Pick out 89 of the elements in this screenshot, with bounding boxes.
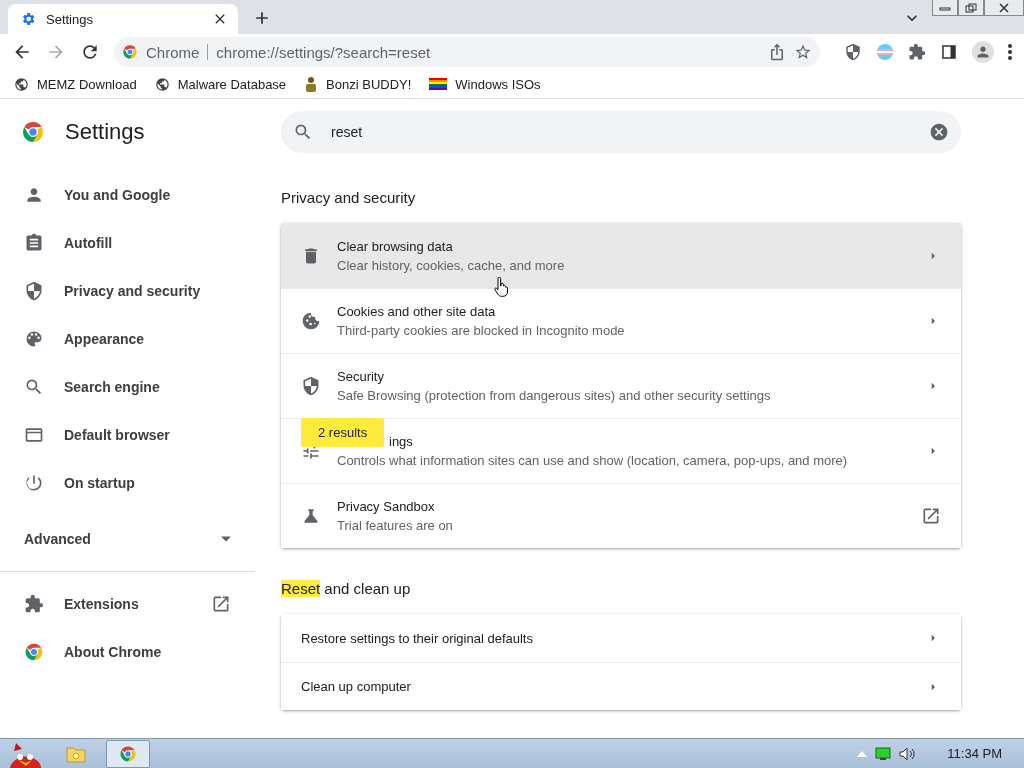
section-heading: Reset (281, 580, 321, 597)
settings-row[interactable]: Cookies and other site data Third-party cookies are blocked in Incognito mode (281, 288, 961, 353)
sidebar-item[interactable]: You and Google (0, 171, 255, 219)
row-subtitle: Safe Browsing (protection from dangerous sites) and other security settings (337, 388, 772, 403)
browser-tab[interactable]: Settings (8, 4, 238, 34)
globe-icon (154, 76, 170, 92)
figure-icon (304, 76, 319, 92)
sidebar-item[interactable]: Default browser (0, 411, 255, 459)
minimize-icon (939, 4, 951, 11)
minimize-button[interactable] (932, 0, 958, 16)
restore-button[interactable] (958, 0, 984, 16)
row-subtitle: Third-party cookies are blocked in Incognito mode (337, 323, 626, 338)
puzzle-icon (24, 594, 44, 614)
speaker-icon[interactable] (899, 746, 918, 761)
advanced-toggle[interactable]: Advanced (0, 515, 255, 563)
caret-icon (221, 536, 231, 542)
row-title: Security (337, 369, 385, 384)
share-icon (768, 43, 786, 61)
clipboard-icon (24, 233, 44, 253)
network-icon[interactable] (875, 746, 892, 761)
rainbow-flag-icon (429, 77, 448, 91)
more-vertical-icon (1008, 44, 1012, 60)
palette-icon (24, 329, 44, 349)
sidebar-item[interactable]: Autofill (0, 219, 255, 267)
settings-row[interactable]: Security Safe Browsing (protection from dangerous sites) and other security settings (281, 353, 961, 418)
sidebar-item[interactable]: Search engine (0, 363, 255, 411)
power-icon (24, 473, 44, 493)
sidebar-item[interactable]: On startup (0, 459, 255, 507)
gear-icon (20, 11, 36, 27)
flag-stripes-icon (876, 43, 894, 61)
site-label: Chrome (146, 43, 200, 61)
close-icon (998, 2, 1010, 13)
row-title: ings (388, 434, 414, 449)
section-heading: Privacy and security (281, 189, 416, 206)
page-title: Settings (65, 119, 145, 145)
sidebar-item[interactable]: About Chrome (0, 628, 255, 676)
row-title: Restore settings to their original defaults (301, 630, 534, 646)
search-icon (293, 122, 313, 142)
cookie-icon (301, 311, 321, 331)
bookmark[interactable]: MEMZ Download (14, 76, 137, 92)
settings-row[interactable]: Restore settings to their original defaults (281, 614, 961, 662)
chrome-logo-icon (122, 44, 138, 60)
browser-window-icon (24, 425, 44, 445)
external-link-icon (921, 506, 941, 526)
clock[interactable]: 11:34 PM (947, 746, 1002, 761)
address-bar[interactable]: Chrome chrome://settings/?search=reset (114, 37, 820, 67)
star-icon (794, 43, 812, 61)
row-title: Clean up computer (301, 679, 412, 694)
restore-icon (965, 2, 977, 13)
search-bar[interactable]: reset (281, 111, 961, 153)
folder-icon (66, 744, 86, 763)
row-subtitle: Clear history, cookies, cache, and more (337, 257, 566, 273)
results-bubble: 2 results (301, 418, 385, 447)
row-subtitle: Trial features are on (337, 518, 454, 533)
bookmark[interactable]: Bonzi BUDDY! (304, 76, 412, 92)
section-heading: and clean up (323, 580, 411, 597)
shield-icon (24, 281, 44, 301)
reload-icon (80, 42, 100, 62)
chrome-logo-icon (24, 642, 44, 662)
hand-cursor-icon (494, 277, 508, 297)
flask-icon (301, 506, 321, 526)
row-title: Privacy Sandbox (337, 499, 436, 514)
clear-icon (929, 122, 949, 142)
row-title: Cookies and other site data (337, 304, 497, 319)
sidebar-item[interactable]: Privacy and security (0, 267, 255, 315)
bookmark[interactable]: Malware Database (154, 76, 287, 92)
side-panel-icon (940, 43, 958, 61)
bookmark[interactable]: Windows ISOs (429, 76, 541, 92)
settings-row[interactable]: Clear browsing data Clear history, cookies, cache, and more (281, 223, 961, 288)
avatar-icon (972, 41, 994, 63)
chrome-logo-icon (21, 120, 45, 144)
close-button[interactable] (984, 0, 1024, 16)
search-icon (24, 377, 44, 397)
taskbar-app[interactable] (106, 739, 150, 768)
puzzle-icon (908, 43, 926, 61)
sidebar-item[interactable]: Extensions (0, 580, 255, 628)
url-text: chrome://settings/?search=reset (216, 43, 432, 61)
chrome-logo-icon (119, 744, 137, 763)
external-link-icon (211, 594, 231, 614)
shield-icon (844, 43, 862, 61)
settings-row[interactable]: 2 results ings Controls what information sites can use and show (location, camera, pop-ups, and more) (281, 418, 961, 483)
globe-icon (14, 76, 29, 92)
shield-icon (301, 376, 321, 396)
sidebar-item[interactable]: Appearance (0, 315, 255, 363)
search-field[interactable]: reset (329, 123, 913, 141)
row-title: Clear browsing data (337, 238, 454, 254)
row-subtitle: Controls what information sites can use and show (location, camera, pop-ups, and more) (337, 453, 849, 468)
settings-row[interactable]: Clean up computer (281, 662, 961, 710)
settings-row[interactable]: Privacy Sandbox Trial features are on (281, 483, 961, 548)
